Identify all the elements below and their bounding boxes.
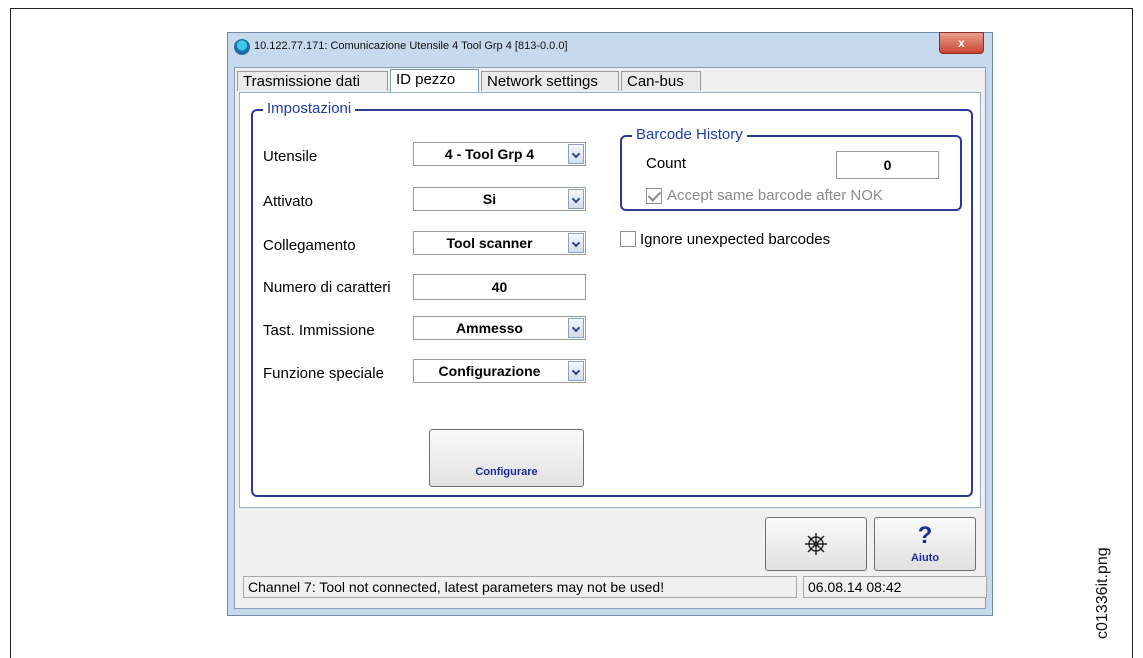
configurare-button[interactable]: Configurare — [429, 429, 584, 487]
funzione-speciale-label: Funzione speciale — [263, 365, 384, 382]
client-area: Trasmissione dati ID pezzo Network setti… — [234, 67, 987, 609]
tab-pane-id-pezzo: Impostazioni Utensile 4 - Tool Grp 4 Att… — [239, 92, 981, 508]
ignore-unexpected-label: Ignore unexpected barcodes — [640, 231, 831, 248]
ship-wheel-icon — [805, 533, 827, 555]
settings-button[interactable] — [765, 517, 867, 571]
chevron-down-icon[interactable] — [568, 361, 584, 381]
count-label: Count — [646, 155, 687, 172]
funzione-speciale-select[interactable]: Configurazione — [413, 359, 586, 383]
impostazioni-title: Impostazioni — [263, 100, 356, 117]
window-title: 10.122.77.171: Comunicazione Utensile 4 … — [254, 40, 568, 52]
barcode-history-group: Barcode History Count 0 Accept same barc… — [620, 126, 962, 211]
accept-same-barcode-checkbox[interactable] — [646, 188, 662, 204]
numero-caratteri-label: Numero di caratteri — [263, 279, 391, 296]
help-button[interactable]: ? Aiuto — [874, 517, 976, 571]
chevron-down-icon[interactable] — [568, 233, 584, 253]
title-bar[interactable]: 10.122.77.171: Comunicazione Utensile 4 … — [228, 32, 992, 63]
numero-caratteri-input[interactable]: 40 — [413, 274, 586, 300]
barcode-history-title: Barcode History — [632, 126, 747, 143]
help-label: Aiuto — [910, 552, 940, 564]
status-datetime: 06.08.14 08:42 — [803, 576, 987, 598]
utensile-label: Utensile — [263, 148, 318, 165]
impostazioni-group: Impostazioni Utensile 4 - Tool Grp 4 Att… — [251, 100, 973, 497]
tast-immissione-select[interactable]: Ammesso — [413, 316, 586, 340]
help-question-icon: ? — [917, 522, 933, 549]
chevron-down-icon[interactable] — [568, 144, 584, 164]
ignore-unexpected-checkbox[interactable] — [620, 231, 636, 247]
tab-trasmissione-dati[interactable]: Trasmissione dati — [237, 71, 388, 91]
collegamento-select[interactable]: Tool scanner — [413, 231, 586, 255]
app-logo-icon — [234, 39, 250, 55]
attivato-select[interactable]: Si — [413, 187, 586, 211]
tab-can-bus[interactable]: Can-bus — [621, 71, 701, 91]
tast-immissione-label: Tast. Immissione — [263, 322, 375, 339]
tab-network-settings[interactable]: Network settings — [481, 71, 619, 91]
accept-same-barcode-label: Accept same barcode after NOK — [667, 187, 883, 204]
chevron-down-icon[interactable] — [568, 318, 584, 338]
collegamento-label: Collegamento — [263, 237, 356, 254]
count-input[interactable]: 0 — [836, 151, 939, 179]
attivato-label: Attivato — [263, 193, 314, 210]
utensile-select[interactable]: 4 - Tool Grp 4 — [413, 142, 586, 166]
figure-filename: c01336it.png — [1094, 547, 1111, 639]
status-message: Channel 7: Tool not connected, latest pa… — [243, 576, 797, 598]
app-window: 10.122.77.171: Comunicazione Utensile 4 … — [227, 32, 993, 616]
tab-id-pezzo[interactable]: ID pezzo — [390, 69, 479, 93]
close-button[interactable]: x — [939, 32, 984, 54]
chevron-down-icon[interactable] — [568, 189, 584, 209]
